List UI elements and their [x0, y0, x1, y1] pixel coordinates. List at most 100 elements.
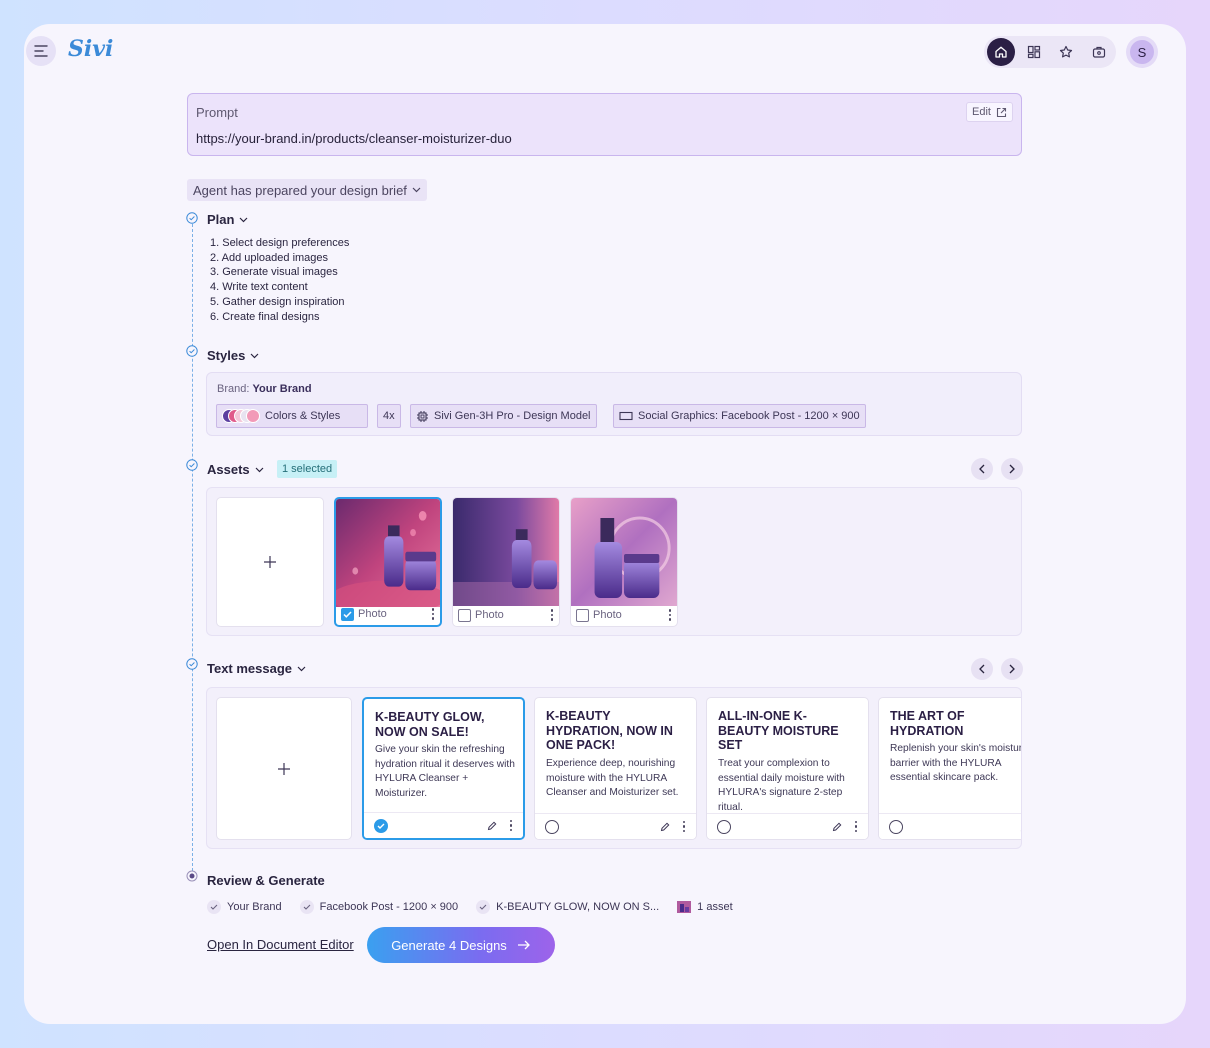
app-window: Sivi S Prompt https://your-brand.in/prod…	[24, 24, 1186, 1024]
prompt-box: Prompt https://your-brand.in/products/cl…	[187, 93, 1022, 156]
color-swatches	[222, 409, 260, 423]
pencil-icon[interactable]	[1020, 822, 1022, 832]
colors-styles-label: Colors & Styles	[265, 410, 341, 422]
asset-checkbox[interactable]	[458, 608, 471, 622]
asset-card[interactable]: Photo	[452, 497, 560, 627]
assets-next-button[interactable]	[1001, 458, 1023, 480]
check-icon	[343, 610, 352, 618]
pencil-icon[interactable]	[487, 821, 497, 831]
asset-card[interactable]: Photo	[334, 497, 442, 627]
add-text-button[interactable]	[216, 697, 352, 840]
check-circle-icon	[186, 345, 198, 357]
chevron-left-icon	[979, 664, 985, 674]
more-options-icon[interactable]	[550, 609, 554, 621]
product-photo	[453, 498, 559, 606]
edit-prompt-button[interactable]: Edit	[966, 102, 1013, 122]
generate-designs-button[interactable]: Generate 4 Designs	[367, 927, 555, 963]
count-chip[interactable]: 4x	[377, 404, 401, 428]
text-card[interactable]: ALL-IN-ONE K-BEAUTY MOISTURE SET Treat y…	[706, 697, 869, 840]
chevron-left-icon	[979, 464, 985, 474]
nav-dashboard[interactable]	[1020, 38, 1048, 66]
text-card[interactable]: THE ART OF HYDRATION Replenish your skin…	[878, 697, 1022, 840]
styles-toggle[interactable]: Styles	[207, 348, 259, 363]
chevron-down-icon	[250, 353, 259, 358]
asset-card[interactable]: Photo	[570, 497, 678, 627]
plan-toggle[interactable]: Plan	[207, 212, 248, 227]
more-options-icon[interactable]	[509, 819, 513, 832]
text-card-heading: THE ART OF HYDRATION	[890, 709, 965, 738]
pencil-icon[interactable]	[832, 822, 842, 832]
review-format: Facebook Post - 1200 × 900	[319, 901, 459, 913]
chevron-right-icon	[1009, 664, 1015, 674]
text-card-radio[interactable]	[374, 818, 388, 833]
text-next-button[interactable]	[1001, 658, 1023, 680]
text-prev-button[interactable]	[971, 658, 993, 680]
chevron-down-icon	[297, 666, 306, 671]
asset-checkbox[interactable]	[576, 608, 589, 622]
text-message-toggle[interactable]: Text message	[207, 661, 306, 676]
assets-panel: Photo Photo Photo	[206, 487, 1022, 636]
review-item: Facebook Post - 1200 × 900	[299, 900, 459, 914]
app-logo[interactable]: Sivi	[68, 36, 113, 62]
check-circle-icon	[186, 459, 198, 471]
color-swatch	[246, 409, 260, 423]
nav-favorites[interactable]	[1053, 38, 1081, 66]
review-item: K-BEAUTY GLOW, NOW ON S...	[476, 900, 659, 914]
text-card-radio[interactable]	[717, 819, 731, 834]
more-options-icon[interactable]	[854, 820, 858, 833]
brand-name[interactable]: Your Brand	[252, 383, 311, 395]
text-card-radio[interactable]	[889, 819, 903, 834]
review-text: K-BEAUTY GLOW, NOW ON S...	[496, 901, 660, 913]
plan-item: 5. Gather design inspiration	[210, 295, 345, 308]
text-card-heading: ALL-IN-ONE K-BEAUTY MOISTURE SET	[718, 709, 839, 753]
prompt-label: Prompt	[196, 105, 238, 120]
more-options-icon[interactable]	[682, 820, 686, 833]
check-icon	[377, 823, 385, 829]
model-chip[interactable]: Sivi Gen-3H Pro - Design Model	[410, 404, 597, 428]
open-document-editor-link[interactable]: Open In Document Editor	[207, 937, 354, 952]
menu-button[interactable]	[26, 36, 56, 66]
plan-item: 3. Generate visual images	[210, 266, 338, 279]
check-circle-icon	[186, 658, 198, 670]
check-icon	[207, 900, 221, 914]
timeline-line	[192, 224, 193, 876]
format-chip[interactable]: Social Graphics: Facebook Post - 1200 × …	[613, 404, 866, 428]
plan-list: 1. Select design preferences 2. Add uplo…	[210, 236, 349, 324]
text-card-body: Replenish your skin's moisture barrier w…	[890, 743, 1022, 783]
selected-count-badge: 1 selected	[277, 460, 338, 478]
design-brief-label: Agent has prepared your design brief	[193, 182, 407, 198]
pencil-icon[interactable]	[660, 822, 670, 832]
text-card-footer	[364, 812, 523, 838]
asset-label: Photo	[475, 609, 504, 621]
asset-label: Photo	[358, 608, 387, 620]
nav-brand-kit[interactable]	[1085, 38, 1113, 66]
chevron-down-icon	[240, 217, 248, 222]
review-item: Your Brand	[207, 900, 282, 914]
check-icon	[476, 900, 491, 914]
generate-label: Generate 4 Designs	[391, 937, 507, 953]
hamburger-icon	[34, 45, 48, 57]
chevron-right-icon	[1009, 464, 1015, 474]
review-summary: Your Brand Facebook Post - 1200 × 900 K-…	[207, 900, 751, 914]
colors-styles-chip[interactable]: Colors & Styles	[216, 404, 368, 428]
design-brief-toggle[interactable]: Agent has prepared your design brief	[187, 179, 427, 201]
brand-line: Brand: Your Brand	[217, 383, 312, 395]
asset-footer: Photo	[458, 608, 554, 622]
text-card[interactable]: K-BEAUTY GLOW, NOW ON SALE! Give your sk…	[362, 697, 525, 840]
model-label: Sivi Gen-3H Pro - Design Model	[434, 410, 591, 422]
nav-home[interactable]	[987, 38, 1015, 66]
more-options-icon[interactable]	[668, 609, 672, 621]
add-asset-button[interactable]	[216, 497, 324, 627]
review-item: 1 asset	[677, 901, 733, 913]
asset-checkbox[interactable]	[341, 607, 354, 621]
assets-prev-button[interactable]	[971, 458, 993, 480]
text-card-footer	[879, 813, 1022, 839]
assets-toggle[interactable]: Assets	[207, 462, 264, 477]
product-photo	[571, 498, 677, 606]
text-card[interactable]: K-BEAUTY HYDRATION, NOW IN ONE PACK! Exp…	[534, 697, 697, 840]
more-options-icon[interactable]	[431, 608, 435, 620]
text-card-radio[interactable]	[545, 819, 559, 834]
format-label: Social Graphics: Facebook Post - 1200 × …	[638, 410, 860, 422]
text-message-title: Text message	[207, 661, 293, 676]
user-avatar[interactable]: S	[1126, 36, 1158, 68]
